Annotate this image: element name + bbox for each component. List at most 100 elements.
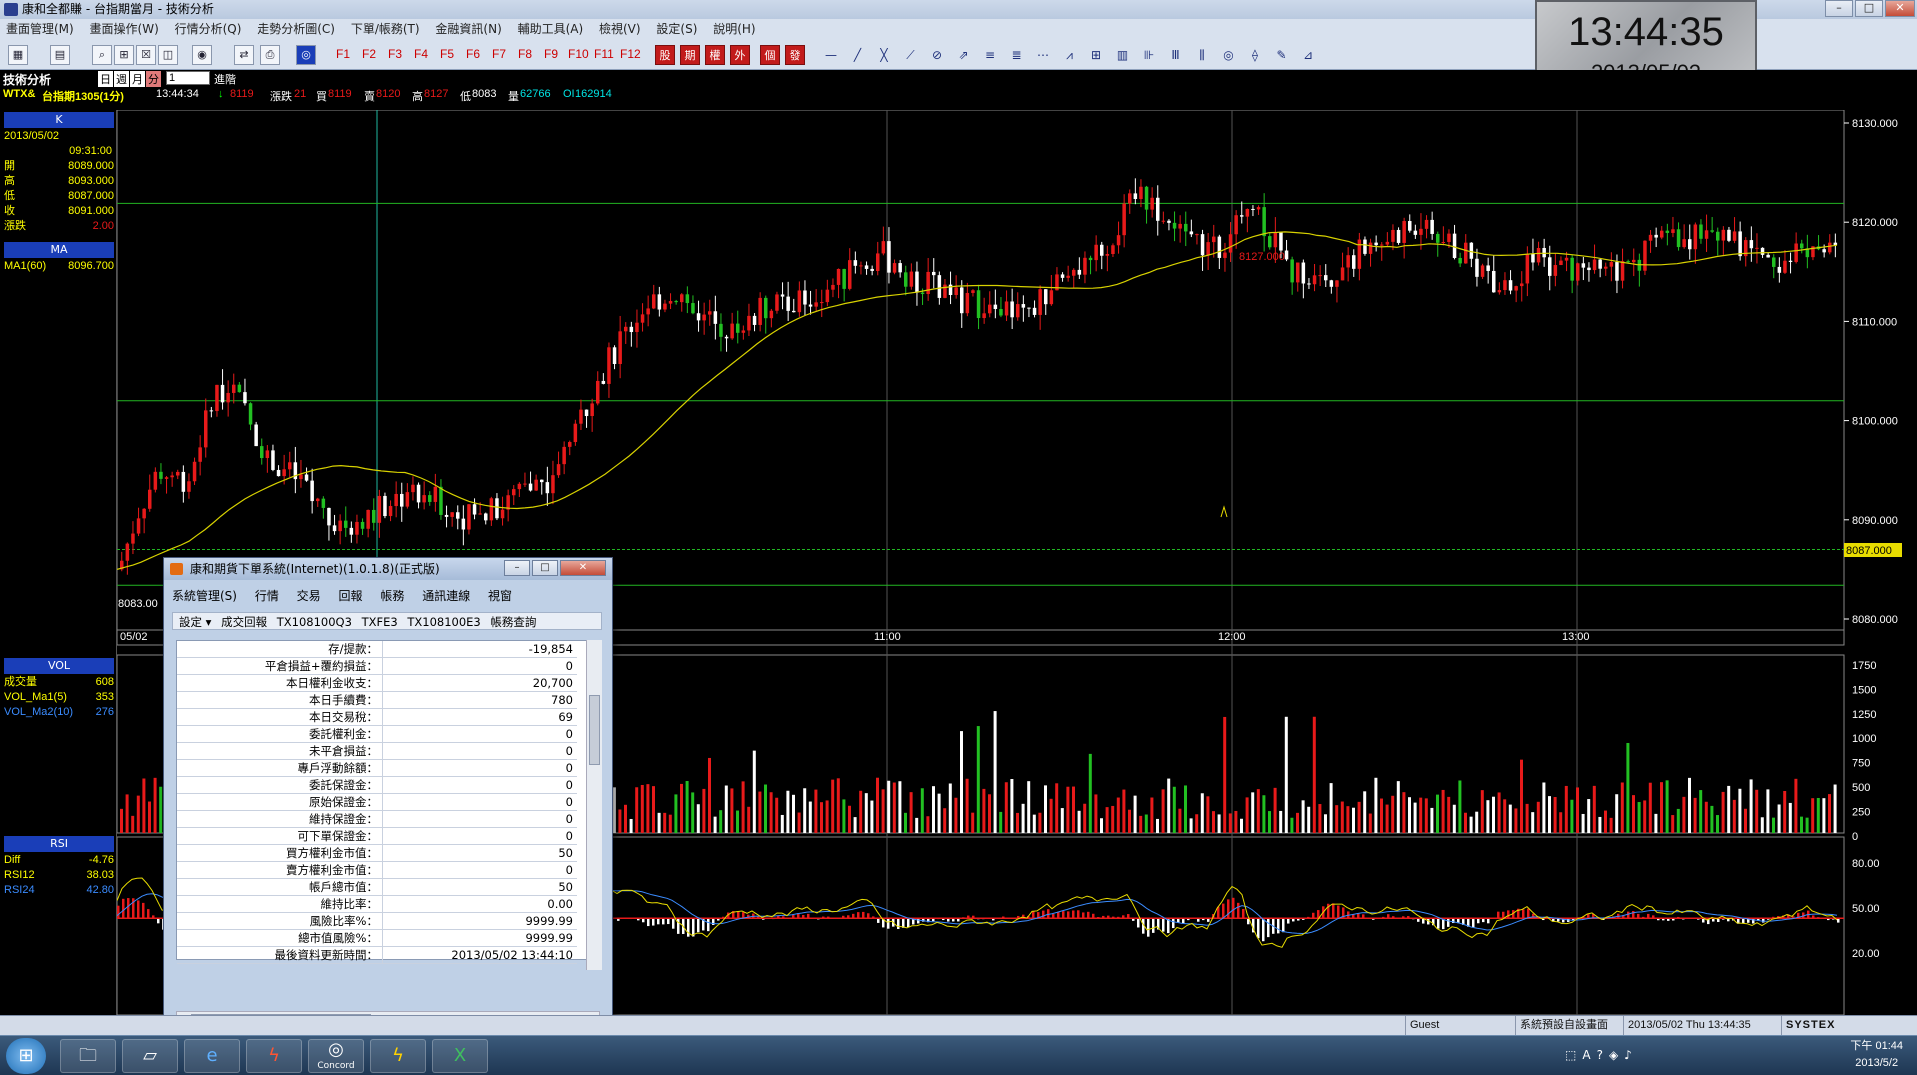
drawing-tool-icon[interactable]: ⇗ bbox=[953, 45, 975, 65]
dialog-quote-tab-3[interactable]: TX108100E3 bbox=[407, 615, 480, 629]
individual-button[interactable]: 個 bbox=[760, 45, 780, 65]
dialog-menu-window[interactable]: 視窗 bbox=[488, 589, 512, 603]
explorer-icon[interactable]: 🗀 bbox=[60, 1039, 116, 1073]
tray-network-icon[interactable]: ◈ bbox=[1609, 1048, 1624, 1062]
menu-financial-info[interactable]: 金融資訊(N) bbox=[429, 19, 507, 39]
period-month-tab[interactable]: 月 bbox=[130, 71, 145, 87]
f10-key[interactable]: F10 bbox=[568, 47, 589, 61]
tray-font-icon[interactable]: A bbox=[1582, 1048, 1596, 1062]
f3-key[interactable]: F3 bbox=[388, 47, 402, 61]
save-icon[interactable]: ▤ bbox=[50, 45, 70, 65]
menu-help[interactable]: 說明(H) bbox=[707, 19, 761, 39]
rsi-header[interactable]: RSI bbox=[4, 836, 114, 852]
layout-icon[interactable]: ▦ bbox=[8, 45, 28, 65]
notes-icon[interactable]: ▱ bbox=[122, 1039, 178, 1073]
ma-header[interactable]: MA bbox=[4, 242, 114, 258]
zoom-icon[interactable]: ⌕ bbox=[92, 45, 112, 65]
advanced-button[interactable]: 進階 bbox=[214, 71, 236, 87]
drawing-tool-icon[interactable]: ⩘ bbox=[1059, 45, 1081, 65]
dialog-menu-system[interactable]: 系統管理(S) bbox=[172, 589, 237, 603]
print-icon[interactable]: ⎙ bbox=[260, 45, 280, 65]
f2-key[interactable]: F2 bbox=[362, 47, 376, 61]
drawing-tool-icon[interactable]: ╱ bbox=[847, 45, 869, 65]
f5-key[interactable]: F5 bbox=[440, 47, 454, 61]
f8-key[interactable]: F8 bbox=[518, 47, 532, 61]
minimize-button[interactable]: – bbox=[1825, 0, 1853, 17]
maximize-button[interactable]: □ bbox=[1855, 0, 1883, 17]
concord-icon[interactable]: ◎ Concord bbox=[308, 1039, 364, 1073]
ie-icon[interactable]: e bbox=[184, 1039, 240, 1073]
globe-icon[interactable]: ◉ bbox=[192, 45, 212, 65]
dialog-menu-report[interactable]: 回報 bbox=[339, 589, 363, 603]
drawing-tool-icon[interactable]: ◎ bbox=[1218, 45, 1240, 65]
dialog-minimize-button[interactable]: – bbox=[504, 560, 530, 576]
f1-key[interactable]: F1 bbox=[336, 47, 350, 61]
tray-lang-icon[interactable]: ⬚ bbox=[1565, 1048, 1582, 1062]
menu-view[interactable]: 檢視(V) bbox=[593, 19, 647, 39]
dialog-fill-report-button[interactable]: 成交回報 bbox=[221, 615, 267, 629]
issue-button[interactable]: 發 bbox=[785, 45, 805, 65]
drawing-tool-icon[interactable]: ⫼ bbox=[1191, 45, 1213, 65]
dialog-quote-tab-1[interactable]: TX108100Q3 bbox=[277, 615, 352, 629]
stock-button[interactable]: 股 bbox=[655, 45, 675, 65]
menu-order-account[interactable]: 下單/帳務(T) bbox=[345, 19, 426, 39]
f7-key[interactable]: F7 bbox=[492, 47, 506, 61]
menu-screen-manage[interactable]: 畫面管理(M) bbox=[0, 19, 80, 39]
tray-help-icon[interactable]: ? bbox=[1597, 1048, 1609, 1062]
period-value-select[interactable]: 1 bbox=[166, 71, 210, 85]
k-header[interactable]: K bbox=[4, 112, 114, 128]
dialog-maximize-button[interactable]: □ bbox=[532, 560, 558, 576]
dialog-menu-account[interactable]: 帳務 bbox=[380, 589, 404, 603]
dialog-menu-trade[interactable]: 交易 bbox=[297, 589, 321, 603]
dialog-account-query-button[interactable]: 帳務查詢 bbox=[490, 615, 536, 629]
split-icon[interactable]: ◫ bbox=[158, 45, 178, 65]
menu-tools[interactable]: 輔助工具(A) bbox=[512, 19, 590, 39]
f6-key[interactable]: F6 bbox=[466, 47, 480, 61]
drawing-tool-icon[interactable]: ⊿ bbox=[1297, 45, 1319, 65]
flash-app-icon[interactable]: ϟ bbox=[246, 1039, 302, 1073]
dialog-vertical-scrollbar[interactable] bbox=[586, 640, 602, 970]
options-button[interactable]: 權 bbox=[705, 45, 725, 65]
grid-icon[interactable]: ⊞ bbox=[114, 45, 134, 65]
close-window-icon[interactable]: ☒ bbox=[136, 45, 156, 65]
foreign-button[interactable]: 外 bbox=[730, 45, 750, 65]
futures-button[interactable]: 期 bbox=[680, 45, 700, 65]
f11-key[interactable]: F11 bbox=[594, 47, 614, 61]
dialog-quote-tab-2[interactable]: TXFE3 bbox=[362, 615, 398, 629]
vol-header[interactable]: VOL bbox=[4, 658, 114, 674]
drawing-tool-icon[interactable]: ≡ bbox=[979, 45, 1001, 65]
drawing-tool-icon[interactable]: ✎ bbox=[1271, 45, 1293, 65]
f4-key[interactable]: F4 bbox=[414, 47, 428, 61]
drawing-tool-icon[interactable]: ⟋ bbox=[900, 45, 922, 65]
period-minute-tab[interactable]: 分 bbox=[146, 71, 161, 87]
drawing-tool-icon[interactable]: ≣ bbox=[1006, 45, 1028, 65]
tray-volume-icon[interactable]: ♪ bbox=[1624, 1048, 1638, 1062]
menu-settings[interactable]: 設定(S) bbox=[650, 19, 703, 39]
close-button[interactable]: ✕ bbox=[1885, 0, 1915, 17]
drawing-tool-icon[interactable]: ▥ bbox=[1112, 45, 1134, 65]
tray-clock[interactable]: 下午 01:44 2013/5/2 bbox=[1850, 1038, 1903, 1072]
f12-key[interactable]: F12 bbox=[620, 47, 641, 61]
dialog-scroll-thumb[interactable] bbox=[589, 695, 600, 765]
drawing-tool-icon[interactable]: ⟠ bbox=[1244, 45, 1266, 65]
f9-key[interactable]: F9 bbox=[544, 47, 558, 61]
drawing-tool-icon[interactable]: Ⅲ bbox=[1165, 45, 1187, 65]
drawing-tool-icon[interactable]: ⋯ bbox=[1032, 45, 1054, 65]
menu-trend-chart[interactable]: 走勢分析圖(C) bbox=[251, 19, 341, 39]
drawing-tool-icon[interactable]: ⊪ bbox=[1138, 45, 1160, 65]
drawing-tool-icon[interactable]: — bbox=[820, 45, 842, 65]
dialog-menu-quote[interactable]: 行情 bbox=[255, 589, 279, 603]
drawing-tool-icon[interactable]: ⊞ bbox=[1085, 45, 1107, 65]
lightning-app-icon[interactable]: ϟ bbox=[370, 1039, 426, 1073]
dialog-close-button[interactable]: ✕ bbox=[560, 560, 606, 576]
drawing-tool-icon[interactable]: ⊘ bbox=[926, 45, 948, 65]
menu-screen-operate[interactable]: 畫面操作(W) bbox=[84, 19, 165, 39]
link-icon[interactable]: ⇄ bbox=[234, 45, 254, 65]
menu-quote-analysis[interactable]: 行情分析(Q) bbox=[169, 19, 248, 39]
excel-icon[interactable]: X bbox=[432, 1039, 488, 1073]
drawing-tool-icon[interactable]: ╳ bbox=[873, 45, 895, 65]
concord-logo-icon[interactable]: ◎ bbox=[296, 45, 316, 65]
dialog-menu-connection[interactable]: 通訊連線 bbox=[422, 589, 470, 603]
dialog-settings-button[interactable]: 設定 ▾ bbox=[179, 615, 211, 629]
start-button[interactable]: ⊞ bbox=[6, 1038, 46, 1074]
